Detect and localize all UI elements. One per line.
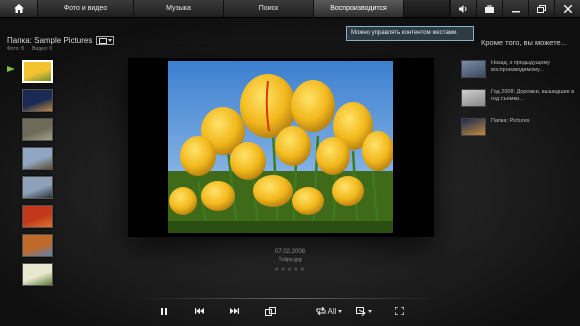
rotate-button[interactable] <box>262 304 278 318</box>
more-options-heading: Кроме того, вы можете... <box>481 38 567 47</box>
related-item-label: Папка: Pictures <box>491 118 530 124</box>
photo-viewer[interactable] <box>128 58 434 237</box>
related-item-label: Год 2008: Дорожки, вышедшие в год съемки… <box>491 89 575 102</box>
tab-music[interactable]: Музыка <box>134 0 224 17</box>
folder-meta: Фото: 8 Видео: 0 <box>7 46 52 52</box>
briefcase-icon <box>485 4 494 13</box>
folder-title: Папка: Sample Pictures <box>7 36 93 45</box>
close-icon <box>563 4 572 13</box>
related-item[interactable]: Назад, к предыдущему воспроизводимому... <box>461 60 577 80</box>
tab-now-playing[interactable]: Воспроизводится <box>314 0 404 17</box>
home-icon <box>13 4 24 13</box>
chevron-down-icon <box>107 39 112 42</box>
photo-date: 07.02.2008 <box>274 249 306 255</box>
tab-search[interactable]: Поиск <box>224 0 314 17</box>
skip-back-icon <box>194 308 204 314</box>
transport-divider <box>142 298 438 299</box>
minimize-icon <box>511 10 520 12</box>
pause-icon <box>161 307 167 315</box>
volume-button[interactable] <box>450 0 476 17</box>
close-button[interactable] <box>554 0 580 17</box>
thumbnail-penguins[interactable] <box>22 176 53 199</box>
related-list: Назад, к предыдущему воспроизводимому...… <box>461 60 577 147</box>
rotate-icon <box>264 306 276 316</box>
photo-count: Фото: 8 <box>7 46 25 52</box>
gesture-tooltip: Можно управлять контентом жестами. <box>346 26 474 41</box>
current-photo <box>168 61 393 233</box>
repeat-button[interactable]: All <box>311 304 347 318</box>
related-item[interactable]: Папка: Pictures <box>461 118 577 138</box>
skip-forward-icon <box>229 308 239 314</box>
tulips-image <box>168 61 393 233</box>
restore-icon <box>537 4 546 13</box>
related-item-label: Назад, к предыдущему воспроизводимому... <box>491 60 550 73</box>
speaker-icon <box>459 4 467 13</box>
chevron-down-icon <box>338 309 343 313</box>
related-thumbnail <box>461 118 486 136</box>
transport-bar: All <box>0 298 580 326</box>
next-button[interactable] <box>227 304 241 318</box>
home-button[interactable] <box>0 0 38 17</box>
video-count: Видео: 0 <box>32 46 53 52</box>
repeat-icon <box>316 307 326 315</box>
thumbnail-chrysanthemum[interactable] <box>22 205 53 228</box>
photo-rating[interactable]: ★★★★★ <box>0 266 580 273</box>
folder-options-button[interactable] <box>96 36 115 45</box>
previous-button[interactable] <box>192 304 206 318</box>
photo-filename: Tulips.jpg <box>278 257 302 263</box>
fullscreen-icon <box>394 307 404 315</box>
tab-photos-videos[interactable]: Фото и видео <box>38 0 134 17</box>
slideshow-icon <box>356 306 366 316</box>
nav-spacer <box>404 0 450 17</box>
fullscreen-button[interactable] <box>392 304 406 318</box>
thumbnail-koala[interactable] <box>22 118 53 141</box>
slideshow-options-button[interactable] <box>354 304 374 318</box>
folder-header: Папка: Sample Pictures <box>7 36 115 45</box>
thumbnail-jellyfish[interactable] <box>22 89 53 112</box>
related-item[interactable]: Год 2008: Дорожки, вышедшие в год съемки… <box>461 89 577 109</box>
toolbox-button[interactable] <box>476 0 502 17</box>
thumbnail-lighthouse[interactable] <box>22 147 53 170</box>
screen-icon <box>98 37 107 44</box>
chevron-down-icon <box>368 309 372 313</box>
now-playing-marker-icon <box>7 66 15 72</box>
pause-button[interactable] <box>157 304 171 318</box>
repeat-label: All <box>327 306 337 316</box>
top-nav-bar: Фото и видео Музыка Поиск Воспроизводитс… <box>0 0 580 18</box>
thumbnail-tulips[interactable] <box>22 60 53 83</box>
restore-button[interactable] <box>528 0 554 17</box>
related-thumbnail <box>461 60 486 78</box>
related-thumbnail <box>461 89 486 107</box>
minimize-button[interactable] <box>502 0 528 17</box>
